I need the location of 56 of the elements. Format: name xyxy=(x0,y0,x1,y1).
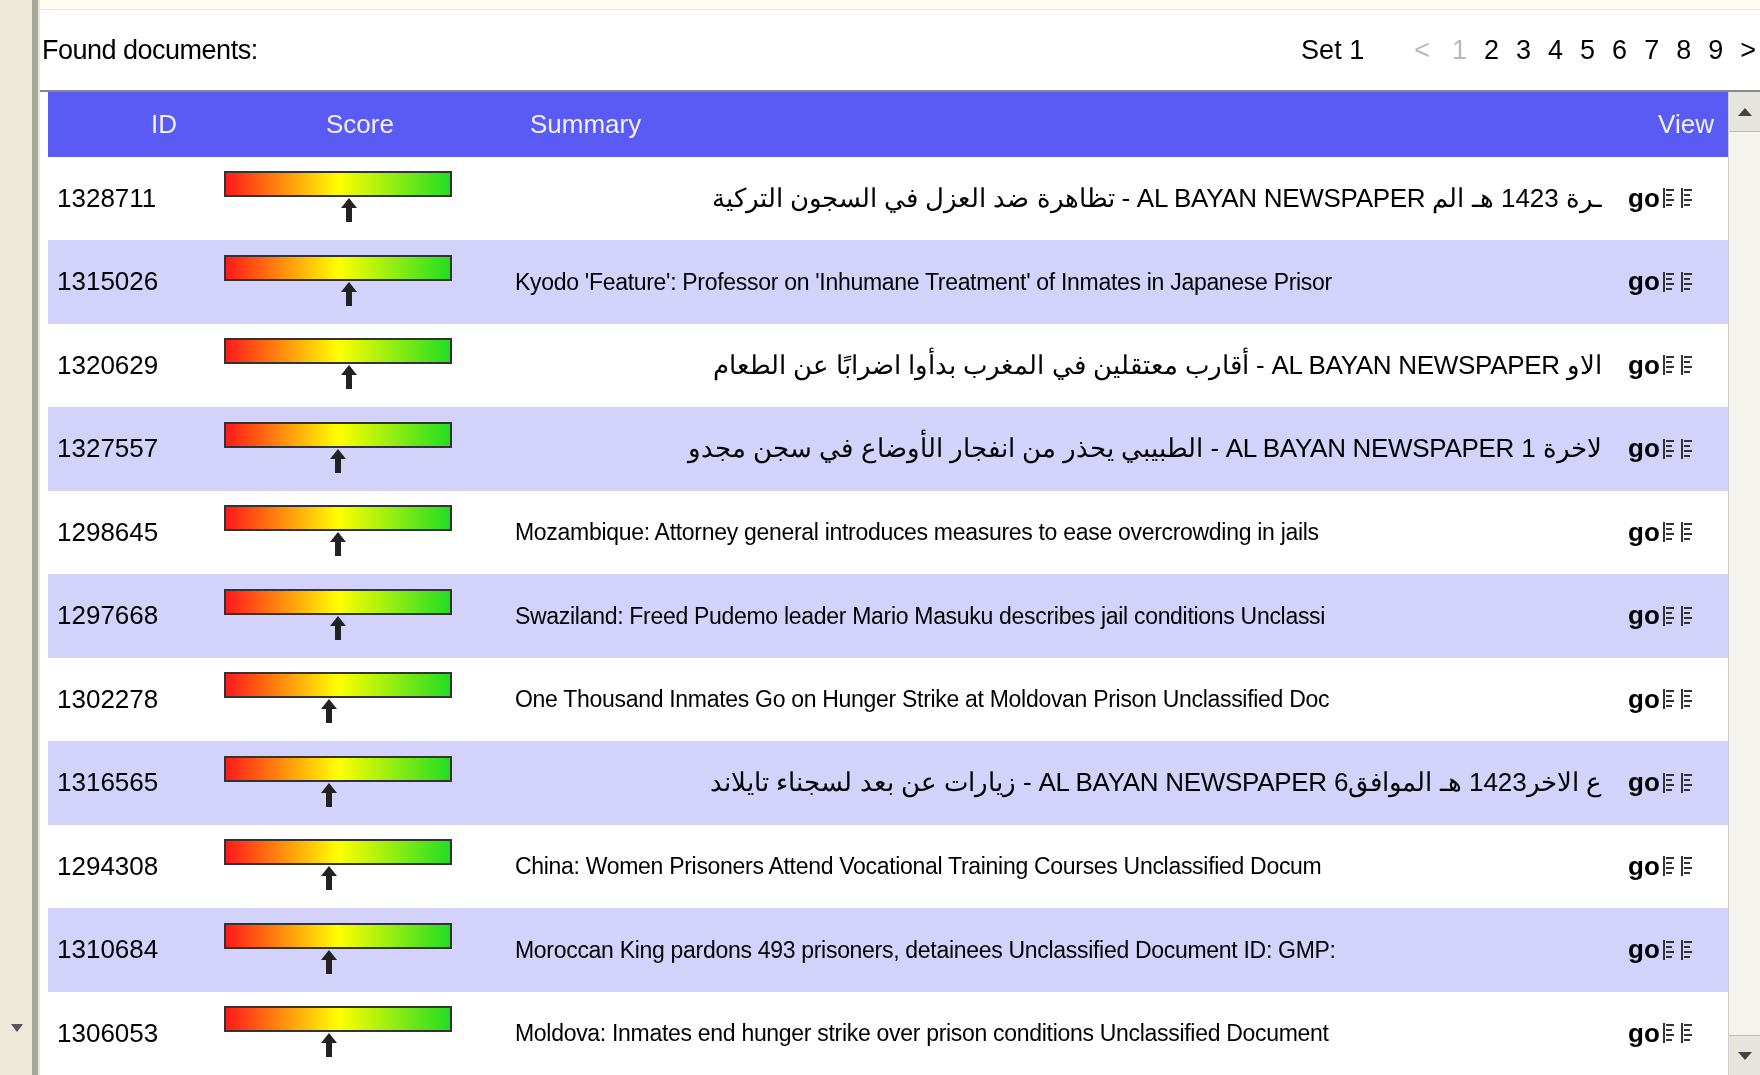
document-id: 1327557 xyxy=(56,432,160,466)
go-link[interactable]: go xyxy=(1628,178,1660,218)
set-label: Set 1 xyxy=(1301,33,1365,67)
summary-text: لاخرة 1 AL BAYAN NEWSPAPER - الطبيبي يحذر من انفجار الأوضاع في سجن مجدو xyxy=(687,430,1602,466)
go-link[interactable]: go xyxy=(1628,1013,1660,1053)
go-link[interactable]: go xyxy=(1628,429,1660,469)
summary-text: Moldova: Inmates end hunger strike over prison conditions Unclassified Document xyxy=(515,1019,1329,1048)
result-row[interactable]: 1315026 Kyodo 'Feature': Professor on 'Inhumane Treatment' of Inmates in Japanese Prisor go xyxy=(48,240,1728,324)
summary-text: الاو AL BAYAN NEWSPAPER - أقارب معتقلين في المغرب بدأوا اضرابًا عن الطعام xyxy=(712,346,1602,383)
scroll-up-icon[interactable] xyxy=(1736,106,1753,117)
column-header: View xyxy=(1657,107,1715,141)
found-documents-label: Found documents: xyxy=(42,33,258,67)
page-link[interactable]: 7 xyxy=(1644,29,1660,71)
document-id: 1315026 xyxy=(56,265,160,299)
previous-page-link: < xyxy=(1414,33,1430,67)
summary-text: Swaziland: Freed Pudemo leader Mario Masuku describes jail conditions Unclassi xyxy=(515,601,1326,631)
document-id: 1306053 xyxy=(56,1016,160,1050)
go-link[interactable]: go xyxy=(1628,596,1660,636)
summary-text: Kyodo 'Feature': Professor on 'Inhumane Treatment' of Inmates in Japanese Prisor xyxy=(515,267,1332,297)
go-link[interactable]: go xyxy=(1628,345,1660,385)
vertical-scrollbar[interactable] xyxy=(1728,92,1760,1075)
scroll-down-icon xyxy=(10,1023,24,1033)
go-link[interactable]: go xyxy=(1628,930,1660,970)
page-link[interactable]: 2 xyxy=(1483,29,1499,71)
page-link[interactable]: 8 xyxy=(1676,29,1692,71)
document-id: 1298645 xyxy=(56,515,160,549)
summary-text: ـرة 1423 هـ الم AL BAYAN NEWSPAPER - تظاهرة ضد العزل في السجون التركية xyxy=(711,181,1602,216)
column-header: Summary xyxy=(529,107,643,141)
page-link[interactable]: 9 xyxy=(1708,29,1724,71)
summary-text: One Thousand Inmates Go on Hunger Strike at Moldovan Prison Unclassified Doc xyxy=(515,685,1330,714)
document-id: 1302278 xyxy=(56,682,160,716)
go-link[interactable]: go xyxy=(1628,679,1660,719)
document-id: 1294308 xyxy=(56,849,160,883)
go-link[interactable]: go xyxy=(1628,262,1660,302)
page-link[interactable]: 3 xyxy=(1516,29,1532,71)
go-link[interactable]: go xyxy=(1628,846,1660,886)
go-link[interactable]: go xyxy=(1628,512,1660,552)
document-id: 1310684 xyxy=(56,933,160,967)
summary-text: Moroccan King pardons 493 prisoners, detainees Unclassified Document ID: GMP: xyxy=(515,935,1336,965)
document-id: 1316565 xyxy=(56,766,160,800)
next-page-link[interactable]: > xyxy=(1740,29,1756,71)
column-header: ID xyxy=(150,107,178,141)
go-link[interactable]: go xyxy=(1628,763,1660,803)
column-header: Score xyxy=(325,107,395,141)
result-row[interactable]: 1297668 Swaziland: Freed Pudemo leader Mario Masuku describes jail conditions Unclassi go xyxy=(48,574,1728,658)
document-id: 1328711 xyxy=(56,181,158,215)
document-id: 1320629 xyxy=(56,348,160,382)
summary-text: ع الاخر1423 هـ الموافق6 AL BAYAN NEWSPAPER - زيارات عن بعد لسجناء تايلاند xyxy=(710,766,1602,800)
page-link[interactable]: 4 xyxy=(1548,29,1564,71)
scroll-down-icon[interactable] xyxy=(1736,1050,1753,1061)
page-link[interactable]: 5 xyxy=(1580,29,1596,71)
summary-text: Mozambique: Attorney general introduces measures to ease overcrowding in jails xyxy=(515,518,1319,547)
result-row[interactable]: 1310684 Moroccan King pardons 493 prisoners, detainees Unclassified Document ID: GMP: go xyxy=(48,908,1728,992)
document-id: 1297668 xyxy=(56,599,160,633)
page-link[interactable]: 6 xyxy=(1612,29,1628,71)
summary-text: China: Women Prisoners Attend Vocational Training Courses Unclassified Docum xyxy=(515,852,1322,881)
